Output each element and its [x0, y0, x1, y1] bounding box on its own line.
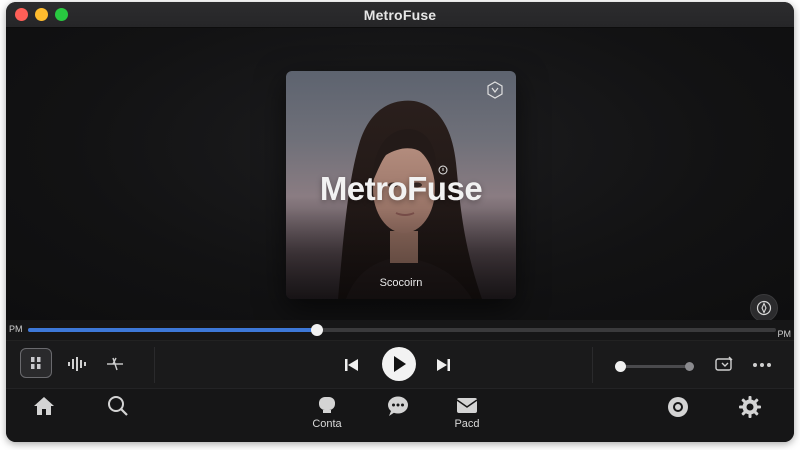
- play-button[interactable]: [382, 347, 416, 381]
- shuffle-icon: [107, 357, 123, 371]
- cover-title: MetroFuse: [319, 170, 483, 207]
- skip-back-icon: [345, 359, 358, 371]
- volume-slider[interactable]: [615, 361, 694, 372]
- volume-max-marker: [685, 362, 694, 371]
- compass-icon: [756, 300, 772, 316]
- album-cover[interactable]: MetroFuse Scocoirn: [286, 71, 516, 299]
- skip-forward-icon: [437, 359, 450, 371]
- progress-fill: [28, 328, 318, 332]
- mail-icon: [456, 398, 478, 413]
- waveform-icon: [68, 357, 86, 371]
- search-icon: [108, 396, 128, 416]
- more-button[interactable]: [750, 354, 774, 376]
- window-title: MetroFuse: [363, 7, 437, 23]
- total-time: PM: [777, 329, 792, 339]
- app-window: MetroFuse MetroFuse Scocoirn PM PM Conta…: [6, 2, 794, 442]
- nav-item-messages[interactable]: [378, 395, 418, 439]
- nav-item-record[interactable]: [658, 395, 698, 439]
- nav-item-home[interactable]: [24, 395, 64, 439]
- cast-icon: [715, 356, 733, 371]
- nav-item-settings[interactable]: [730, 395, 770, 439]
- more-dots-icon: [753, 363, 771, 367]
- divider: [592, 347, 593, 383]
- previous-button[interactable]: [341, 355, 361, 375]
- hexagon-icon[interactable]: [486, 81, 504, 99]
- cover-subtitle: Scocoirn: [379, 277, 423, 289]
- title-bar: MetroFuse: [6, 2, 794, 28]
- chat-bubble-icon: [319, 397, 335, 413]
- elapsed-time: PM: [9, 324, 23, 334]
- divider: [154, 347, 155, 383]
- progress-bar[interactable]: [28, 324, 776, 336]
- nav-label: Conta: [312, 418, 342, 430]
- compass-button[interactable]: [750, 294, 778, 322]
- nav-label: Pacd: [454, 418, 480, 430]
- messages-icon: [388, 396, 408, 416]
- nav-item-pacd[interactable]: Pacd: [447, 395, 487, 439]
- nav-item-conta[interactable]: Conta: [307, 395, 347, 439]
- home-icon: [34, 397, 54, 415]
- play-icon: [394, 356, 406, 372]
- nav-item-search[interactable]: [98, 395, 138, 439]
- progress-handle[interactable]: [311, 324, 324, 336]
- equalizer-button[interactable]: [66, 353, 88, 375]
- now-playing-area: MetroFuse Scocoirn: [6, 28, 794, 322]
- airplay-button[interactable]: [712, 354, 736, 376]
- gear-icon: [739, 396, 761, 418]
- shuffle-button[interactable]: [104, 353, 126, 375]
- record-icon: [668, 397, 688, 417]
- progress-area: PM PM: [6, 320, 794, 340]
- playback-controls: [6, 340, 794, 388]
- volume-handle[interactable]: [615, 361, 626, 372]
- queue-button[interactable]: [20, 348, 52, 378]
- grid-icon: [31, 357, 41, 369]
- next-button[interactable]: [434, 355, 454, 375]
- bottom-nav: Conta Pacd: [6, 388, 794, 442]
